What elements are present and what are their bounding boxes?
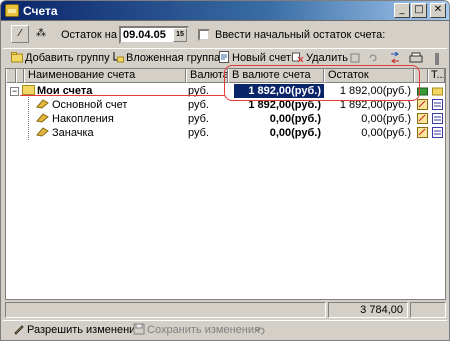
bottom-toolbar: Разрешить изменения Сохранить изменения [3, 320, 447, 340]
new-account-icon [219, 51, 229, 63]
nested-folder-icon [113, 52, 124, 63]
window-title: Счета [23, 4, 58, 18]
maximize-button[interactable]: □ [411, 3, 427, 18]
delete-icon [292, 52, 304, 63]
initial-balance-checkbox[interactable] [198, 29, 210, 41]
date-input[interactable]: 09.04.05 15 [119, 26, 189, 44]
undo-icon[interactable] [367, 52, 379, 64]
date-toolbar: ⁄ ⁂ Остаток на 09.04.05 15 Ввести началь… [3, 23, 447, 47]
report-icon[interactable] [432, 99, 443, 110]
wallet-icon [5, 4, 19, 17]
highlight-box [224, 65, 420, 101]
date-label: Остаток на [61, 29, 117, 41]
row-currency: руб. [188, 99, 209, 111]
table-row[interactable]: Накопления руб. 0,00(руб.) 0,00(руб.) [6, 112, 445, 126]
close-button[interactable]: ✕ [430, 3, 446, 18]
allow-changes-button[interactable]: Разрешить изменения [13, 323, 141, 339]
edit-icon[interactable] [417, 127, 428, 138]
title-bar[interactable]: Счета _ □ ✕ [1, 1, 449, 21]
minimize-button[interactable]: _ [394, 3, 410, 18]
toolbar-overflow-icon[interactable] [433, 51, 441, 67]
print-icon[interactable] [409, 52, 423, 64]
copy-icon[interactable] [349, 52, 361, 64]
nested-group-label: Вложенная группа [126, 52, 221, 64]
row-name: Заначка [36, 126, 186, 140]
new-account-label: Новый счет [232, 52, 291, 64]
row-currency: руб. [188, 127, 209, 139]
initial-balance-label: Ввести начальный остаток счета: [215, 29, 386, 41]
row-name: Основной счет [36, 98, 186, 112]
row-balance: 0,00(руб.) [361, 127, 411, 139]
highlight-underline [20, 95, 225, 96]
sort-icon[interactable]: ⁄ [11, 25, 29, 43]
transfer-icon[interactable] [389, 52, 401, 64]
row-currency: руб. [188, 113, 209, 125]
calendar-icon[interactable]: 15 [173, 28, 187, 42]
row-name: Накопления [36, 112, 186, 126]
revert-icon[interactable] [255, 325, 267, 337]
account-icon [36, 113, 49, 123]
add-group-label: Добавить группу [25, 52, 110, 64]
header-marker [6, 69, 16, 83]
allow-changes-label: Разрешить изменения [27, 324, 142, 336]
report-icon[interactable] [432, 127, 443, 138]
row-balance: 0,00(руб.) [361, 113, 411, 125]
account-icon [36, 99, 49, 109]
pencil-icon [14, 325, 24, 335]
table-row[interactable]: Заначка руб. 0,00(руб.) 0,00(руб.) [6, 126, 445, 140]
report-icon[interactable] [432, 113, 443, 124]
accounts-window: Счета _ □ ✕ ⁄ ⁂ Остаток на 09.04.05 15 В… [0, 0, 450, 341]
header-tree [16, 69, 24, 83]
account-icon [36, 127, 49, 137]
date-value: 09.04.05 [123, 29, 166, 41]
filter-icon[interactable]: ⁂ [32, 25, 50, 43]
header-currency[interactable]: Валюта [186, 69, 228, 83]
open-folder-icon [432, 87, 443, 96]
header-t[interactable]: Т... [428, 69, 445, 83]
save-changes-label: Сохранить изменения [147, 324, 260, 336]
row-in-currency: 0,00(руб.) [269, 127, 321, 139]
edit-icon[interactable] [417, 99, 428, 110]
totals-bar: 3 784,00 [5, 302, 446, 318]
add-group-button[interactable]: Добавить группу [11, 51, 110, 67]
collapse-icon[interactable]: − [10, 87, 19, 96]
header-name[interactable]: Наименование счета [24, 69, 186, 83]
edit-icon[interactable] [417, 113, 428, 124]
save-changes-button[interactable]: Сохранить изменения [133, 323, 260, 339]
delete-label: Удалить [306, 52, 348, 64]
row-in-currency: 0,00(руб.) [269, 113, 321, 125]
nested-group-button[interactable]: Вложенная группа [112, 51, 220, 67]
save-icon [133, 323, 145, 335]
accounts-grid: Наименование счета Валюта В валюте счета… [5, 68, 446, 300]
totals-spacer-right [410, 302, 446, 318]
total-value: 3 784,00 [328, 302, 408, 318]
totals-spacer [5, 302, 326, 318]
folder-add-icon [11, 52, 23, 63]
